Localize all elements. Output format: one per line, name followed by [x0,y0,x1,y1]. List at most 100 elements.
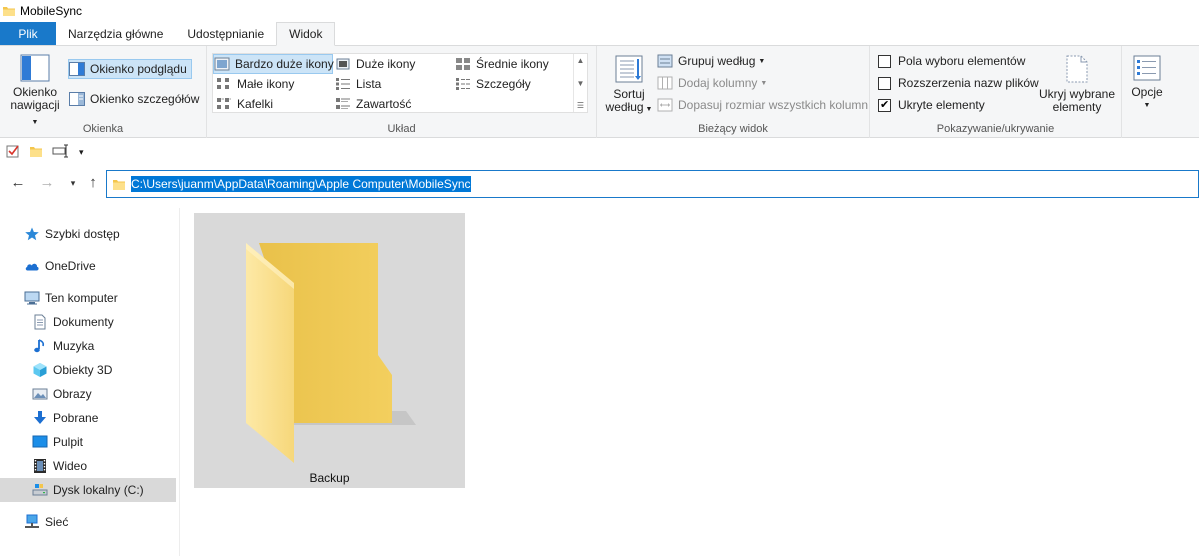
details-pane-icon [69,92,85,106]
chevron-down-icon[interactable]: ▼ [577,79,585,88]
gallery-scroll[interactable]: ▲ ▼ ☰ [573,54,587,112]
nav-label: Ten komputer [45,291,118,305]
recent-locations-chevron-icon[interactable]: ▾ [63,178,83,189]
group-panes: Okienko nawigacji ▼ Okienko podglądu Oki… [0,46,207,138]
layout-label: Małe ikony [237,77,295,91]
layout-medium-icons[interactable]: Średnie ikony [455,54,549,74]
tab-share[interactable]: Udostępnianie [175,22,276,45]
sort-icon [614,54,644,84]
navigation-pane-button[interactable]: Okienko nawigacji ▼ [6,54,64,129]
title-bar: MobileSync [0,0,1199,22]
layout-label: Lista [356,77,382,91]
nav-label: Sieć [45,515,69,529]
layout-small-icons[interactable]: Małe ikony [216,74,294,94]
nav-item-documents[interactable]: Dokumenty [0,310,176,334]
star-icon [24,226,40,242]
quick-access-toolbar: ▾ [0,139,1199,165]
drive-icon [32,482,48,498]
new-folder-icon[interactable] [29,144,43,161]
layout-details[interactable]: Szczegóły [455,74,531,94]
nav-item-onedrive[interactable]: OneDrive [0,254,176,278]
group-by-button[interactable]: Grupuj według ▼ [657,51,765,71]
back-arrow-icon[interactable]: ← [8,174,28,191]
layout-label: Duże ikony [356,57,416,71]
fit-columns-icon [657,98,673,112]
folder-icon [2,4,16,18]
layout-large-icons[interactable]: Duże ikony [335,54,415,74]
layout-label: Szczegóły [476,77,531,91]
rename-icon[interactable] [52,144,70,161]
large-icons-icon [335,57,351,71]
nav-item-quick-access[interactable]: Szybki dostęp [0,222,176,246]
group-label-panes: Okienka [82,123,124,135]
nav-item-network[interactable]: Sieć [0,510,176,534]
network-icon [24,514,40,530]
window-title: MobileSync [20,4,83,18]
sort-by-button[interactable]: Sortuj według ▼ [605,54,653,116]
file-list: Backup [181,208,1199,556]
hidden-items-toggle[interactable]: Ukryte elementy [878,95,985,115]
item-checkboxes-checkbox[interactable] [878,54,891,68]
cloud-icon [24,258,40,274]
forward-arrow-icon[interactable]: → [37,174,57,191]
file-extensions-label: Rozszerzenia nazw plików [898,76,1039,90]
gallery-expand-icon[interactable]: ☰ [577,101,584,110]
layout-tiles[interactable]: Kafelki [216,94,273,114]
nav-item-pictures[interactable]: Obrazy [0,382,176,406]
nav-label: Szybki dostęp [45,227,120,241]
nav-label: Obiekty 3D [53,363,113,377]
options-button[interactable]: Opcje ▼ [1126,54,1168,112]
details-pane-button[interactable]: Okienko szczegółów [69,89,199,109]
layout-list[interactable]: Lista [335,74,381,94]
extra-large-icons-icon [214,57,230,71]
address-bar[interactable]: C:\Users\juanm\AppData\Roaming\Apple Com… [106,170,1199,198]
tab-view[interactable]: Widok [276,22,336,46]
list-icon [335,77,351,91]
layout-content[interactable]: Zawartość [335,94,411,114]
group-label-layout: Układ [387,123,416,135]
chevron-down-icon: ▼ [758,57,766,65]
preview-pane-label: Okienko podglądu [90,62,187,76]
folder-icon [112,178,126,190]
layout-gallery: Bardzo duże ikony Duże ikony Średnie iko… [212,53,588,113]
hide-selected-button[interactable]: Ukryj wybrane elementy [1036,54,1118,114]
music-note-icon [32,338,48,354]
film-icon [32,458,48,474]
navigation-pane: Szybki dostęp OneDrive Ten komputer Doku… [0,208,180,556]
hidden-items-checkbox[interactable] [878,98,891,112]
nav-item-this-pc[interactable]: Ten komputer [0,286,176,310]
navigation-row: ← → ▾ ↑ C:\Users\juanm\AppData\Roaming\A… [0,168,1199,200]
nav-item-local-disk[interactable]: Dysk lokalny (C:) [0,478,176,502]
tab-file[interactable]: Plik [0,22,56,45]
add-columns-button[interactable]: Dodaj kolumny ▼ [657,73,767,93]
details-icon [455,77,471,91]
customize-toolbar-icon[interactable]: ▾ [79,147,84,158]
content-icon [335,97,351,111]
item-checkboxes-toggle[interactable]: Pola wyboru elementów [878,51,1025,71]
tab-home[interactable]: Narzędzia główne [56,22,175,45]
nav-item-desktop[interactable]: Pulpit [0,430,176,454]
hide-selected-label-2: elementy [1052,100,1102,114]
download-arrow-icon [32,410,48,426]
nav-label: Dysk lokalny (C:) [53,483,144,497]
fit-columns-button[interactable]: Dopasuj rozmiar wszystkich kolumn [657,95,868,115]
address-path[interactable]: C:\Users\juanm\AppData\Roaming\Apple Com… [131,176,471,192]
file-extensions-toggle[interactable]: Rozszerzenia nazw plików [878,73,1039,93]
nav-item-downloads[interactable]: Pobrane [0,406,176,430]
layout-label: Średnie ikony [476,57,549,71]
small-icons-icon [216,77,232,91]
desktop-icon [32,434,48,450]
folder-tile-backup[interactable]: Backup [194,213,465,488]
group-by-label: Grupuj według [678,54,756,68]
chevron-up-icon[interactable]: ▲ [577,56,585,65]
layout-extra-large-icons[interactable]: Bardzo duże ikony [213,54,334,74]
preview-pane-button[interactable]: Okienko podglądu [68,59,192,79]
properties-icon[interactable] [6,144,20,161]
nav-item-3d-objects[interactable]: Obiekty 3D [0,358,176,382]
nav-item-videos[interactable]: Wideo [0,454,176,478]
computer-icon [24,290,40,306]
nav-item-music[interactable]: Muzyka [0,334,176,358]
file-extensions-checkbox[interactable] [878,76,891,90]
up-arrow-icon[interactable]: ↑ [83,174,103,191]
hide-selected-icon [1064,54,1090,84]
